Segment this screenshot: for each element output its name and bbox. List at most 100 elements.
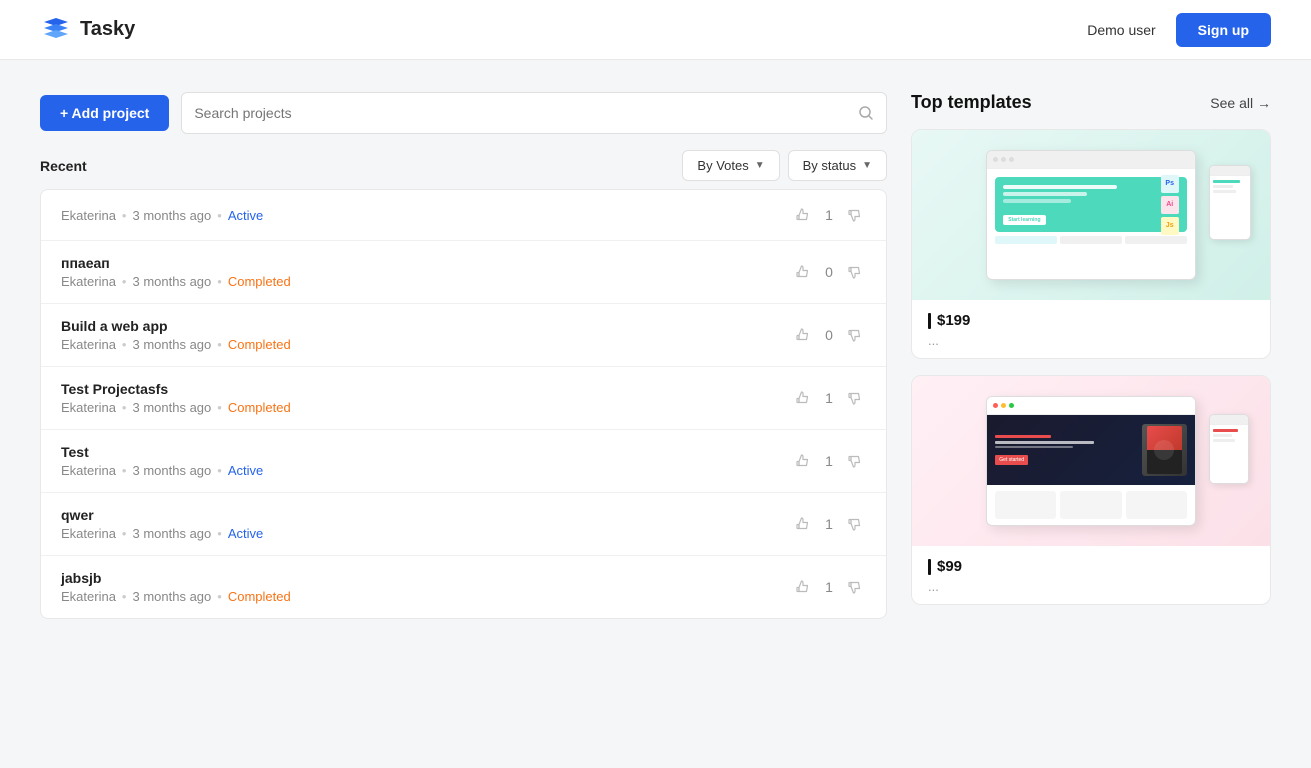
left-panel: + Add project Recent By Votes ▼ [40, 92, 887, 621]
project-row[interactable]: Test Projectasfs Ekaterina • 3 months ag… [41, 367, 886, 430]
upvote-button[interactable] [792, 387, 814, 409]
project-time: 3 months ago [132, 337, 211, 352]
filter-votes-button[interactable]: By Votes ▼ [682, 150, 779, 181]
template-card-2[interactable]: Get started [911, 375, 1271, 605]
vote-controls: 1 [792, 387, 866, 409]
thumbs-down-icon [846, 389, 864, 407]
logo-text: Tasky [80, 18, 135, 41]
filters-row: Recent By Votes ▼ By status ▼ [40, 150, 887, 181]
separator-dot: • [122, 208, 127, 223]
upvote-button[interactable] [792, 324, 814, 346]
project-time: 3 months ago [132, 208, 211, 223]
project-meta: Ekaterina • 3 months ago • Active [61, 208, 792, 223]
downvote-button[interactable] [844, 576, 866, 598]
thumbs-up-icon [794, 452, 812, 470]
search-icon-button[interactable] [858, 105, 874, 121]
separator-dot: • [217, 400, 222, 415]
project-row[interactable]: ппаеап Ekaterina • 3 months ago • Comple… [41, 241, 886, 304]
project-status: Completed [228, 274, 291, 289]
vote-count: 1 [822, 579, 836, 595]
downvote-button[interactable] [844, 204, 866, 226]
templates-title: Top templates [911, 92, 1032, 113]
upvote-button[interactable] [792, 513, 814, 535]
project-author: Ekaterina [61, 274, 116, 289]
thumbs-up-icon [794, 389, 812, 407]
toolbar: + Add project [40, 92, 887, 134]
project-row[interactable]: qwer Ekaterina • 3 months ago • Active 1 [41, 493, 886, 556]
vote-controls: 1 [792, 450, 866, 472]
filter-status-button[interactable]: By status ▼ [788, 150, 887, 181]
project-author: Ekaterina [61, 337, 116, 352]
chevron-down-icon: ▼ [755, 160, 765, 171]
see-all-link[interactable]: See all → [1210, 95, 1271, 111]
project-title: jabsjb [61, 570, 792, 586]
downvote-button[interactable] [844, 450, 866, 472]
vote-count: 1 [822, 453, 836, 469]
thumbs-down-icon [846, 263, 864, 281]
templates-header: Top templates See all → [911, 92, 1271, 113]
project-meta: Ekaterina • 3 months ago • Active [61, 526, 792, 541]
project-title: Test [61, 444, 792, 460]
project-row[interactable]: jabsjb Ekaterina • 3 months ago • Comple… [41, 556, 886, 618]
thumbs-down-icon [846, 206, 864, 224]
upvote-button[interactable] [792, 450, 814, 472]
thumbs-down-icon [846, 452, 864, 470]
vote-controls: 1 [792, 576, 866, 598]
logo: Tasky [40, 14, 135, 46]
project-time: 3 months ago [132, 274, 211, 289]
separator-dot: • [217, 274, 222, 289]
filter-votes-label: By Votes [697, 158, 748, 173]
demo-user-label: Demo user [1087, 22, 1155, 38]
thumbs-down-icon [846, 578, 864, 596]
project-status: Completed [228, 337, 291, 352]
projects-list: Ekaterina • 3 months ago • Active 1 [40, 189, 887, 619]
price-bar-icon [928, 313, 931, 329]
thumbs-down-icon [846, 326, 864, 344]
vote-count: 0 [822, 264, 836, 280]
project-meta: Ekaterina • 3 months ago • Completed [61, 589, 792, 604]
separator-dot: • [122, 463, 127, 478]
project-author: Ekaterina [61, 589, 116, 604]
project-info: jabsjb Ekaterina • 3 months ago • Comple… [61, 570, 792, 604]
upvote-button[interactable] [792, 576, 814, 598]
thumbs-up-icon [794, 206, 812, 224]
signup-button[interactable]: Sign up [1176, 13, 1271, 47]
thumbs-up-icon [794, 578, 812, 596]
project-info: ппаеап Ekaterina • 3 months ago • Comple… [61, 255, 792, 289]
downvote-button[interactable] [844, 513, 866, 535]
separator-dot: • [122, 337, 127, 352]
separator-dot: • [122, 274, 127, 289]
project-status: Completed [228, 400, 291, 415]
project-row[interactable]: Test Ekaterina • 3 months ago • Active 1 [41, 430, 886, 493]
project-row[interactable]: Build a web app Ekaterina • 3 months ago… [41, 304, 886, 367]
template-price-value-2: $99 [937, 558, 962, 575]
vote-count: 0 [822, 327, 836, 343]
template-info-1: $199 ... [912, 300, 1270, 358]
tasky-logo-icon [40, 14, 72, 46]
separator-dot: • [217, 463, 222, 478]
filter-status-label: By status [803, 158, 856, 173]
upvote-button[interactable] [792, 261, 814, 283]
add-project-button[interactable]: + Add project [40, 95, 169, 131]
template-card-1[interactable]: Start learning Ps Ai Js [911, 129, 1271, 359]
downvote-button[interactable] [844, 261, 866, 283]
thumbs-up-icon [794, 515, 812, 533]
search-icon [858, 105, 874, 121]
project-info: Ekaterina • 3 months ago • Active [61, 208, 792, 223]
project-status: Completed [228, 589, 291, 604]
header: Tasky Demo user Sign up [0, 0, 1311, 60]
project-meta: Ekaterina • 3 months ago • Completed [61, 274, 792, 289]
upvote-button[interactable] [792, 204, 814, 226]
downvote-button[interactable] [844, 324, 866, 346]
vote-controls: 0 [792, 261, 866, 283]
search-input[interactable] [194, 105, 858, 121]
project-title: qwer [61, 507, 792, 523]
project-info: Build a web app Ekaterina • 3 months ago… [61, 318, 792, 352]
project-row[interactable]: Ekaterina • 3 months ago • Active 1 [41, 190, 886, 241]
thumbs-up-icon [794, 326, 812, 344]
template-image-1: Start learning Ps Ai Js [912, 130, 1270, 300]
chevron-down-icon: ▼ [862, 160, 872, 171]
project-time: 3 months ago [132, 526, 211, 541]
downvote-button[interactable] [844, 387, 866, 409]
separator-dot: • [122, 526, 127, 541]
